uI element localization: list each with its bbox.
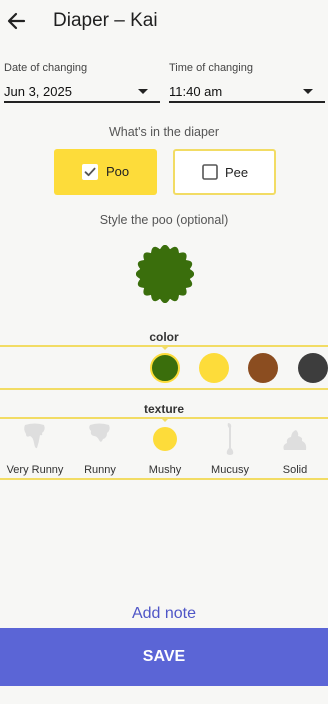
texture-label-very-runny: Very Runny [6,464,64,476]
texture-label-runny: Runny [84,464,116,476]
checkbox-checked-icon [82,164,98,180]
arrow-left-icon[interactable] [4,8,30,34]
poo-toggle-label: Poo [106,164,130,179]
add-note-link[interactable]: Add note [0,605,328,623]
solid-icon [282,428,308,452]
date-field-value: Jun 3, 2025 [4,84,72,99]
mushy-icon [153,427,177,451]
poo-toggle-button[interactable]: Poo [54,149,157,195]
checkbox-unchecked-icon [202,164,218,180]
time-field[interactable]: Time of changing 11:40 am [169,58,325,104]
color-swatch-yellow[interactable] [199,353,229,383]
texture-option-runny[interactable]: Runny [68,422,132,476]
very-runny-icon [22,422,48,452]
date-field-underline [4,101,160,103]
selection-marker-icon [160,345,170,350]
mucusy-icon [225,422,235,456]
texture-option-mushy[interactable]: Mushy [133,422,197,476]
save-button-label: SAVE [142,648,186,665]
texture-label-solid: Solid [282,464,308,476]
color-picker-label: color [149,330,179,344]
style-heading: Style the poo (optional) [99,213,229,227]
time-field-underline [169,101,325,103]
app-bar: Diaper – Kai [0,0,328,44]
texture-label-mucusy: Mucusy [211,464,249,476]
texture-picker-label: texture [143,402,184,416]
texture-picker-bottom-line [0,478,328,480]
runny-icon [88,422,112,448]
texture-option-solid[interactable]: Solid [263,422,327,476]
color-swatch-dark-gray[interactable] [298,353,328,383]
pee-toggle-button[interactable]: Pee [173,149,276,195]
texture-label-mushy: Mushy [148,464,182,476]
color-swatch-green[interactable] [150,353,180,383]
chevron-down-icon [303,89,313,94]
texture-option-very-runny[interactable]: Very Runny [3,422,67,476]
save-button[interactable]: SAVE [0,628,328,686]
color-swatch-brown[interactable] [248,353,278,383]
texture-option-mucusy[interactable]: Mucusy [198,422,262,476]
poo-preview-icon [135,244,195,304]
color-picker-bottom-line [0,388,328,390]
date-field-label: Date of changing [4,62,88,74]
page-title: Diaper – Kai [53,10,158,31]
chevron-down-icon [138,89,148,94]
time-field-label: Time of changing [169,62,253,74]
time-field-value: 11:40 am [169,84,223,99]
pee-toggle-label: Pee [225,165,249,180]
date-field[interactable]: Date of changing Jun 3, 2025 [4,58,160,104]
contents-heading: What's in the diaper [108,125,220,139]
